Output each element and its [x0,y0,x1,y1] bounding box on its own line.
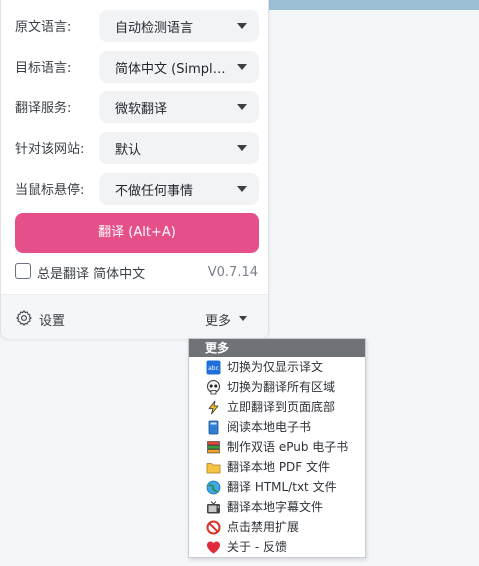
menu-item-translate-subtitles[interactable]: 翻译本地字幕文件 [189,497,365,517]
translation-service-value: 微软翻译 [115,102,168,117]
menu-item-label: 制作双语 ePub 电子书 [227,440,349,454]
hover-action-row: 当鼠标悬停: 不做任何事情 [15,173,259,205]
version-label: V0.7.14 [207,265,258,280]
hover-action-value: 不做任何事情 [115,184,194,199]
always-translate-label[interactable]: 总是翻译 简体中文 [37,263,145,282]
target-language-select[interactable]: 简体中文 (Simplified Chinese) [99,51,259,83]
target-language-row: 目标语言: 简体中文 (Simplified Chinese) [15,51,259,83]
source-language-select[interactable]: 自动检测语言 [99,10,259,42]
translate-only-icon: abc [206,360,221,375]
menu-item-translate-all-areas[interactable]: 切换为翻译所有区域 [189,377,365,397]
books-icon [207,441,220,454]
hover-action-select[interactable]: 不做任何事情 [99,173,259,205]
chevron-down-icon [237,186,247,192]
menu-item-translate-to-bottom[interactable]: 立即翻译到页面底部 [189,397,365,417]
translation-popup: 原文语言: 自动检测语言 目标语言: 简体中文 (Simplified Chin… [0,0,269,339]
chevron-down-icon [237,23,247,29]
lightning-icon [208,400,219,415]
folder-icon [206,463,221,474]
heart-icon [207,541,220,554]
menu-item-label: 关于 - 反馈 [227,540,287,554]
skull-icon [207,380,220,395]
menu-item-label: 翻译 HTML/txt 文件 [227,480,337,494]
more-menu: 更多 abc 切换为仅显示译文 切换为翻译所有区域 立即翻译到页面底部 阅读本地… [188,338,366,558]
menu-item-label: 切换为仅显示译文 [227,360,324,374]
menu-item-make-epub[interactable]: 制作双语 ePub 电子书 [189,437,365,457]
book-icon [208,420,219,435]
always-translate-checkbox[interactable] [15,263,31,279]
site-rule-row: 针对该网站: 默认 [15,132,259,164]
menu-item-disable-extension[interactable]: 点击禁用扩展 [189,517,365,537]
target-language-label: 目标语言: [15,61,72,76]
menu-item-label: 点击禁用扩展 [227,520,300,534]
chevron-down-icon [237,104,247,110]
more-menu-header: 更多 [189,339,365,357]
gear-icon [16,310,32,326]
menu-item-translate-html-txt[interactable]: 翻译 HTML/txt 文件 [189,477,365,497]
hover-action-label: 当鼠标悬停: [15,183,85,198]
menu-item-label: 立即翻译到页面底部 [227,400,336,414]
prohibited-icon [206,520,221,535]
chevron-down-icon [237,64,247,70]
popup-footer: 设置 更多 [1,294,268,339]
source-language-value: 自动检测语言 [115,21,194,36]
chevron-down-icon [237,145,247,151]
globe-icon [206,480,221,495]
site-rule-select[interactable]: 默认 [99,132,259,164]
site-rule-value: 默认 [115,143,142,158]
translation-service-row: 翻译服务: 微软翻译 [15,91,259,123]
menu-item-about-feedback[interactable]: 关于 - 反馈 [189,537,365,557]
more-label: 更多 [205,314,232,329]
translation-service-select[interactable]: 微软翻译 [99,91,259,123]
menu-item-translate-pdf[interactable]: 翻译本地 PDF 文件 [189,457,365,477]
svg-text:abc: abc [208,365,219,372]
menu-item-label: 翻译本地 PDF 文件 [227,460,331,474]
site-rule-label: 针对该网站: [15,142,85,157]
source-language-row: 原文语言: 自动检测语言 [15,10,259,42]
menu-item-translation-only[interactable]: abc 切换为仅显示译文 [189,357,365,377]
menu-item-label: 阅读本地电子书 [227,420,312,434]
menu-item-label: 切换为翻译所有区域 [227,380,336,394]
menu-item-label: 翻译本地字幕文件 [227,500,324,514]
tv-icon [207,501,220,514]
translation-service-label: 翻译服务: [15,101,72,116]
chevron-down-icon [239,316,247,321]
translate-button[interactable]: 翻译 (Alt+A) [15,213,259,253]
menu-item-read-ebook[interactable]: 阅读本地电子书 [189,417,365,437]
source-language-label: 原文语言: [15,20,72,35]
settings-label: 设置 [39,314,66,329]
